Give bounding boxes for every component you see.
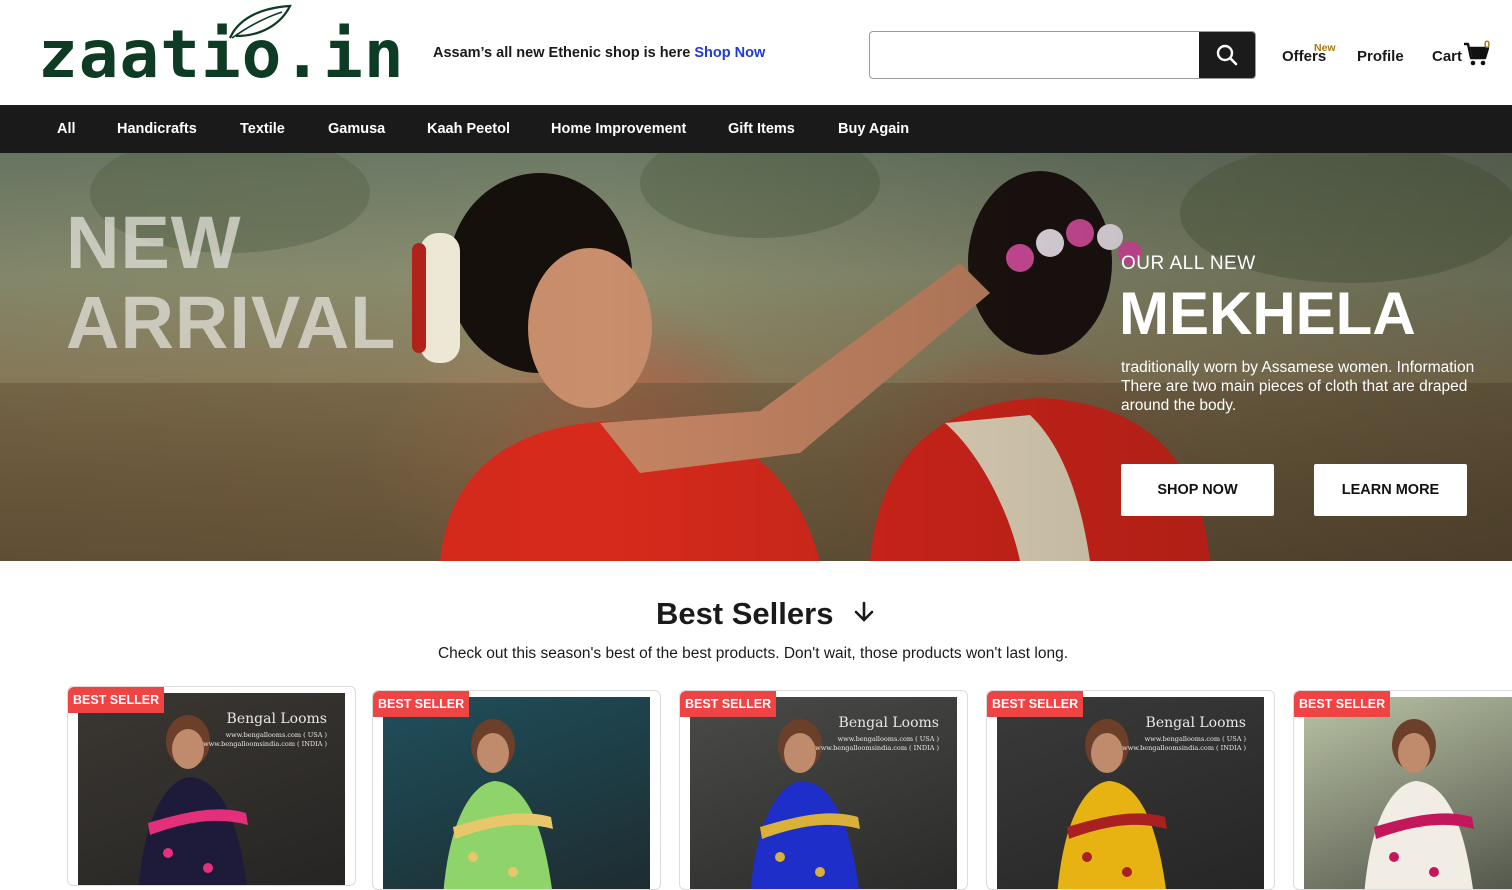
- brand-url: www.bengalloomsindia.com ( INDIA ): [1122, 744, 1246, 752]
- brand-watermark: Bengal Looms www.bengallooms.com ( USA ) w…: [1122, 715, 1246, 753]
- logo-text: zaatio.in: [38, 16, 405, 93]
- hero-shop-now-button[interactable]: SHOP NOW: [1121, 464, 1274, 516]
- category-textile[interactable]: Textile: [240, 105, 285, 153]
- best-seller-badge: BEST SELLER: [373, 691, 470, 717]
- model-silhouette: [1364, 719, 1474, 889]
- search-bar: [869, 31, 1256, 79]
- brand-watermark: Bengal Looms www.bengallooms.com ( USA ) w…: [815, 715, 939, 753]
- offers-new-badge: New: [1314, 42, 1336, 54]
- hero-banner: NEW ARRIVAL OUR ALL NEW MEKHELA traditio…: [0, 153, 1512, 561]
- profile-link[interactable]: Profile: [1357, 48, 1404, 65]
- category-all[interactable]: All: [57, 105, 76, 153]
- hero-new-arrival: NEW ARRIVAL: [66, 203, 396, 363]
- promo-banner: Assam’s all new Ethenic shop is here Shop…: [433, 45, 765, 61]
- hero-title-line1: NEW: [66, 201, 242, 284]
- product-card[interactable]: BEST SELLER Bengal Looms www.bengallooms.c…: [67, 686, 356, 886]
- cart-count-badge: 0: [1484, 39, 1491, 51]
- hero-heading: MEKHELA: [1119, 280, 1416, 347]
- best-sellers-title: Best Sellers: [655, 596, 834, 631]
- best-seller-badge: BEST SELLER: [1294, 691, 1391, 717]
- model-silhouette: [443, 719, 553, 889]
- best-sellers-heading: Best Sellers: [0, 596, 1512, 632]
- brand-url: www.bengalloomsindia.com ( INDIA ): [815, 744, 939, 752]
- product-image[interactable]: Bengal Looms www.bengallooms.com ( USA ) w…: [78, 693, 345, 885]
- product-card[interactable]: BEST SELLER: [372, 690, 661, 890]
- promo-text: Assam’s all new Ethenic shop is here: [433, 45, 691, 61]
- brand-url: www.bengallooms.com ( USA ): [1144, 735, 1246, 743]
- product-image[interactable]: Bengal Looms www.bengallooms.com ( USA ) w…: [997, 697, 1264, 889]
- brand-watermark: Bengal Looms www.bengallooms.com ( USA ) w…: [203, 711, 327, 749]
- product-image[interactable]: Bengal Looms www.bengallooms.com ( USA ) w…: [690, 697, 957, 889]
- site-header: zaatio.in Assam’s all new Ethenic shop i…: [0, 0, 1512, 105]
- product-card[interactable]: BEST SELLER Bengal Looms www.bengallooms.c…: [986, 690, 1275, 890]
- best-sellers-subtitle: Check out this season's best of the best…: [437, 645, 1069, 662]
- brand-name: Bengal Looms: [1145, 715, 1246, 731]
- brand-url: www.bengallooms.com ( USA ): [837, 735, 939, 743]
- category-nav: All Handicrafts Textile Gamusa Kaah Peet…: [0, 105, 1512, 153]
- promo-shop-now-link[interactable]: Shop Now: [694, 45, 765, 61]
- brand-url: www.bengallooms.com ( USA ): [225, 731, 327, 739]
- best-seller-badge: BEST SELLER: [680, 691, 777, 717]
- hero-kicker: OUR ALL NEW: [1121, 253, 1256, 274]
- category-gift-items[interactable]: Gift Items: [728, 105, 795, 153]
- category-handicrafts[interactable]: Handicrafts: [117, 105, 197, 153]
- arrow-down-icon: [854, 601, 874, 622]
- search-icon: [1216, 44, 1238, 66]
- search-input[interactable]: [870, 32, 1200, 78]
- brand-name: Bengal Looms: [226, 711, 327, 727]
- site-logo[interactable]: zaatio.in: [38, 2, 404, 92]
- hero-description: traditionally worn by Assamese women. In…: [1121, 359, 1475, 414]
- hero-learn-more-button[interactable]: LEARN MORE: [1314, 464, 1467, 516]
- product-card[interactable]: BEST SELLER Bengal Looms www.bengallooms.c…: [679, 690, 968, 890]
- category-kaah-peetol[interactable]: Kaah Peetol: [427, 105, 510, 153]
- category-buy-again[interactable]: Buy Again: [838, 105, 909, 153]
- hero-title-line2: ARRIVAL: [66, 281, 397, 364]
- best-seller-badge: BEST SELLER: [987, 691, 1084, 717]
- cart-link[interactable]: Cart: [1432, 48, 1462, 65]
- search-button[interactable]: [1199, 32, 1255, 78]
- brand-name: Bengal Looms: [838, 715, 939, 731]
- category-gamusa[interactable]: Gamusa: [328, 105, 385, 153]
- product-image[interactable]: [383, 697, 650, 889]
- product-card[interactable]: BEST SELLER: [1293, 690, 1512, 890]
- best-seller-badge: BEST SELLER: [68, 687, 165, 713]
- category-home-improvement[interactable]: Home Improvement: [551, 105, 686, 153]
- product-image[interactable]: [1304, 697, 1512, 889]
- brand-url: www.bengalloomsindia.com ( INDIA ): [203, 740, 327, 748]
